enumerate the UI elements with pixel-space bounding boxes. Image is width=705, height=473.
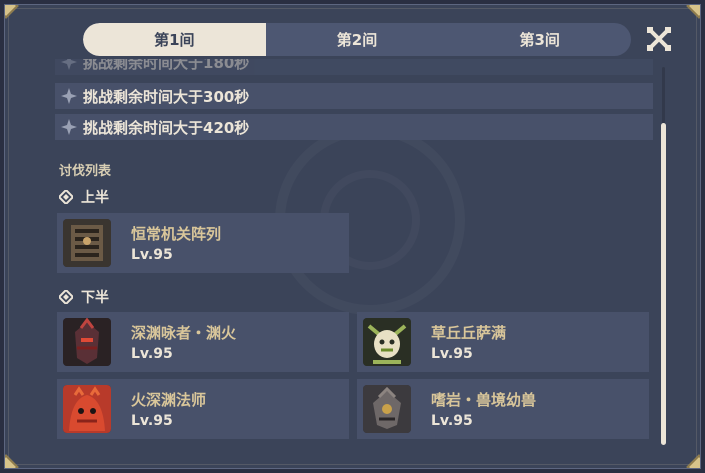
ruin-machine-portrait [63, 219, 111, 267]
chamber-tabs: 第1间 第2间 第3间 [83, 23, 631, 56]
enemy-card[interactable]: 嗜岩・兽境幼兽 Lv.95 [357, 379, 649, 439]
condition-row: 挑战剩余时间大于300秒 [55, 83, 653, 109]
enemy-level: Lv.95 [131, 346, 173, 362]
rockfond-rifthound-whelp-portrait [363, 385, 411, 433]
enemy-name: 恒常机关阵列 [131, 225, 222, 243]
diamond-icon [59, 290, 73, 304]
diamond-icon [59, 190, 73, 204]
corner-ornament [5, 5, 19, 19]
close-icon [647, 27, 671, 51]
condition-text: 挑战剩余时间大于180秒 [83, 59, 250, 72]
enemy-card[interactable]: 草丘丘萨满 Lv.95 [357, 312, 649, 372]
enemy-level: Lv.95 [131, 247, 173, 263]
condition-text: 挑战剩余时间大于420秒 [83, 118, 250, 137]
enemy-name: 嗜岩・兽境幼兽 [431, 391, 537, 409]
abyss-lector-portrait [63, 318, 111, 366]
condition-text: 挑战剩余时间大于300秒 [83, 87, 250, 106]
enemy-card[interactable]: 深渊咏者・渊火 Lv.95 [57, 312, 349, 372]
enemy-name: 火深渊法师 [131, 391, 207, 409]
chamber-content-scroll[interactable]: 挑战剩余时间大于180秒 挑战剩余时间大于300秒 挑战剩余时间大于420秒 讨… [55, 59, 655, 449]
tab-chamber-2[interactable]: 第2间 [266, 23, 449, 56]
enemy-level: Lv.95 [431, 346, 473, 362]
second-half-header: 下半 [59, 287, 109, 307]
tab-chamber-3[interactable]: 第3间 [448, 23, 631, 56]
enemy-level: Lv.95 [431, 413, 473, 429]
enemy-level: Lv.95 [131, 413, 173, 429]
condition-row: 挑战剩余时间大于420秒 [55, 114, 653, 140]
corner-ornament [5, 454, 19, 468]
star-icon [61, 59, 83, 70]
scrollbar-thumb[interactable] [661, 123, 666, 445]
enemy-name: 深渊咏者・渊火 [131, 324, 237, 342]
second-half-label: 下半 [81, 290, 109, 306]
dendro-samachurl-portrait [363, 318, 411, 366]
corner-ornament [686, 5, 700, 19]
close-button[interactable] [643, 23, 675, 55]
enemy-list-title: 讨伐列表 [59, 164, 112, 179]
condition-row: 挑战剩余时间大于180秒 [55, 59, 653, 75]
first-half-label: 上半 [81, 190, 109, 206]
star-icon [61, 88, 83, 104]
star-icon [61, 119, 83, 135]
enemy-card[interactable]: 恒常机关阵列 Lv.95 [57, 213, 349, 273]
first-half-header: 上半 [59, 187, 109, 207]
floor-detail-panel: 第1间 第2间 第3间 挑战剩余时间大于180秒 挑战剩余时间大于300秒 挑战… [4, 4, 701, 469]
enemy-name: 草丘丘萨满 [431, 324, 507, 342]
enemy-card[interactable]: 火深渊法师 Lv.95 [57, 379, 349, 439]
tab-chamber-1[interactable]: 第1间 [83, 23, 266, 56]
corner-ornament [686, 454, 700, 468]
pyro-abyss-mage-portrait [63, 385, 111, 433]
